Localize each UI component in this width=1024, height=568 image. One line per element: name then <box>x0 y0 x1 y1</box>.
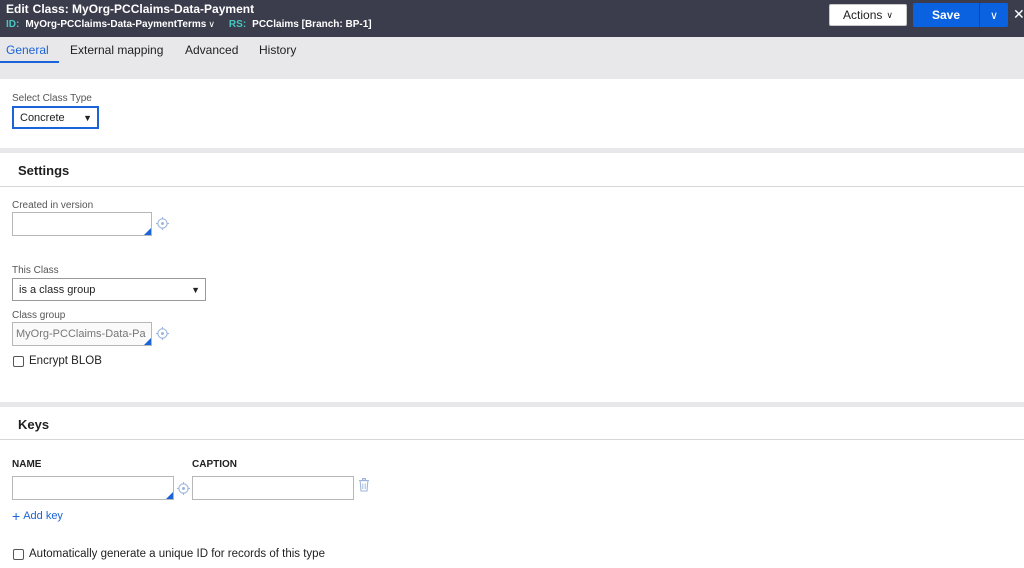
corner-marker <box>144 228 151 235</box>
trash-icon[interactable] <box>358 478 370 492</box>
chevron-down-icon: ∨ <box>886 9 893 20</box>
class-group-input[interactable]: MyOrg-PCClaims-Data-Pa <box>12 322 152 346</box>
id-label: ID: <box>6 19 20 30</box>
chevron-down-icon: ▼ <box>191 284 200 295</box>
this-class-label: This Class <box>12 265 59 276</box>
crosshair-icon[interactable] <box>156 217 169 230</box>
id-value[interactable]: MyOrg-PCClaims-Data-PaymentTerms <box>25 19 206 30</box>
editor-header: Edit Class: MyOrg-PCClaims-Data-Payment I… <box>0 0 1024 37</box>
class-type-select[interactable]: Concrete ▼ <box>12 106 99 129</box>
tab-bar: General External mapping Advanced Histor… <box>0 37 1024 65</box>
encrypt-blob-checkbox[interactable] <box>13 356 24 367</box>
caption-column-header: CAPTION <box>192 459 237 470</box>
auto-id-label: Automatically generate a unique ID for r… <box>29 548 325 560</box>
keys-panel: Keys NAME CAPTION + Add key Automaticall… <box>0 407 1024 568</box>
edit-label: Edit <box>6 2 29 16</box>
name-column-header: NAME <box>12 459 42 470</box>
class-type-value: Concrete <box>20 111 65 124</box>
crosshair-icon[interactable] <box>156 327 169 340</box>
tab-history[interactable]: History <box>259 43 296 57</box>
chevron-down-icon: ▼ <box>83 112 92 123</box>
actions-button[interactable]: Actions ∨ <box>829 4 907 26</box>
plus-icon: + <box>12 508 21 524</box>
crosshair-icon[interactable] <box>177 482 190 495</box>
keys-title: Keys <box>18 417 50 432</box>
class-type-panel: Select Class Type Concrete ▼ <box>0 79 1024 148</box>
rs-label: RS: <box>228 19 247 30</box>
corner-marker <box>166 492 173 499</box>
created-in-version-label: Created in version <box>12 200 94 211</box>
class-type-label: Select Class Type <box>12 93 92 104</box>
keys-header: Keys <box>0 407 1024 440</box>
class-group-label: Class group <box>12 310 66 321</box>
close-icon[interactable]: ✕ <box>1013 6 1024 23</box>
tab-advanced[interactable]: Advanced <box>185 43 238 57</box>
add-key-button[interactable]: + Add key <box>12 508 63 524</box>
settings-title: Settings <box>18 163 70 178</box>
created-in-version-input[interactable] <box>12 212 152 236</box>
corner-marker <box>144 338 151 345</box>
class-group-value: MyOrg-PCClaims-Data-Pa <box>16 328 146 340</box>
tab-external-mapping[interactable]: External mapping <box>70 43 163 57</box>
rs-value: PCClaims [Branch: BP-1] <box>252 19 372 30</box>
editor-title: Edit Class: MyOrg-PCClaims-Data-Payment <box>6 2 254 16</box>
settings-header: Settings <box>0 153 1024 187</box>
chevron-down-icon: ∨ <box>989 9 999 22</box>
save-button[interactable]: Save <box>913 3 979 27</box>
class-title: Class: MyOrg-PCClaims-Data-Payment <box>32 2 255 16</box>
add-key-label: Add key <box>23 510 63 522</box>
tab-general[interactable]: General <box>6 43 49 57</box>
this-class-value: is a class group <box>19 283 96 296</box>
key-caption-input[interactable] <box>192 476 354 500</box>
encrypt-blob-label: Encrypt BLOB <box>29 355 102 367</box>
settings-panel: Settings Created in version This Class i… <box>0 153 1024 402</box>
editor-subtitle: ID: MyOrg-PCClaims-Data-PaymentTerms ∨ RS: P… <box>6 19 372 30</box>
this-class-select[interactable]: is a class group ▼ <box>12 278 206 301</box>
actions-label: Actions <box>843 8 883 22</box>
chevron-down-icon[interactable]: ∨ <box>208 19 215 30</box>
save-options-button[interactable]: ∨ <box>980 3 1008 27</box>
active-tab-indicator <box>0 61 59 63</box>
auto-id-checkbox[interactable] <box>13 549 24 560</box>
key-name-input[interactable] <box>12 476 174 500</box>
